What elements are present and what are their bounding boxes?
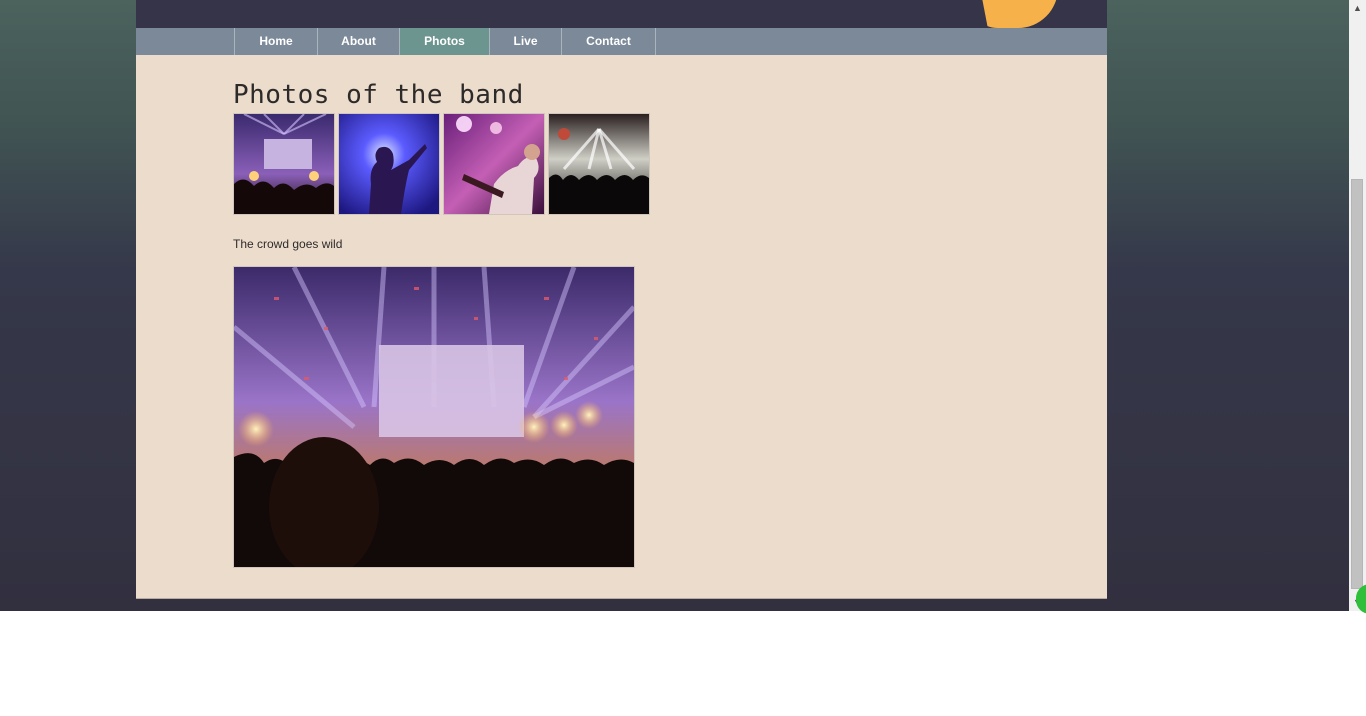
nav-item-about[interactable]: About bbox=[318, 28, 400, 55]
nav-item-photos[interactable]: Photos bbox=[400, 28, 490, 55]
photo-thumbnail-2[interactable] bbox=[338, 113, 440, 215]
photo-caption: The crowd goes wild bbox=[233, 237, 343, 251]
site-header bbox=[136, 0, 1107, 28]
main-photo bbox=[233, 266, 635, 568]
main-navigation: Home About Photos Live Contact bbox=[136, 28, 1107, 55]
header-ornament bbox=[978, 0, 1058, 28]
vertical-scrollbar[interactable]: ▲ ▼ bbox=[1349, 0, 1366, 611]
photo-thumbnail-4[interactable] bbox=[548, 113, 650, 215]
nav-item-live[interactable]: Live bbox=[490, 28, 562, 55]
scroll-up-arrow-icon[interactable]: ▲ bbox=[1349, 0, 1366, 17]
page-title: Photos of the band bbox=[233, 80, 524, 110]
browser-viewport: Home About Photos Live Contact Photos of… bbox=[0, 0, 1349, 611]
photo-thumbnail-1[interactable] bbox=[233, 113, 335, 215]
scrollbar-thumb[interactable] bbox=[1351, 179, 1363, 589]
nav-item-home[interactable]: Home bbox=[234, 28, 318, 55]
content-area: Photos of the band The crowd goes wild bbox=[136, 55, 1107, 599]
nav-item-contact[interactable]: Contact bbox=[562, 28, 656, 55]
photo-thumbnail-3[interactable] bbox=[443, 113, 545, 215]
